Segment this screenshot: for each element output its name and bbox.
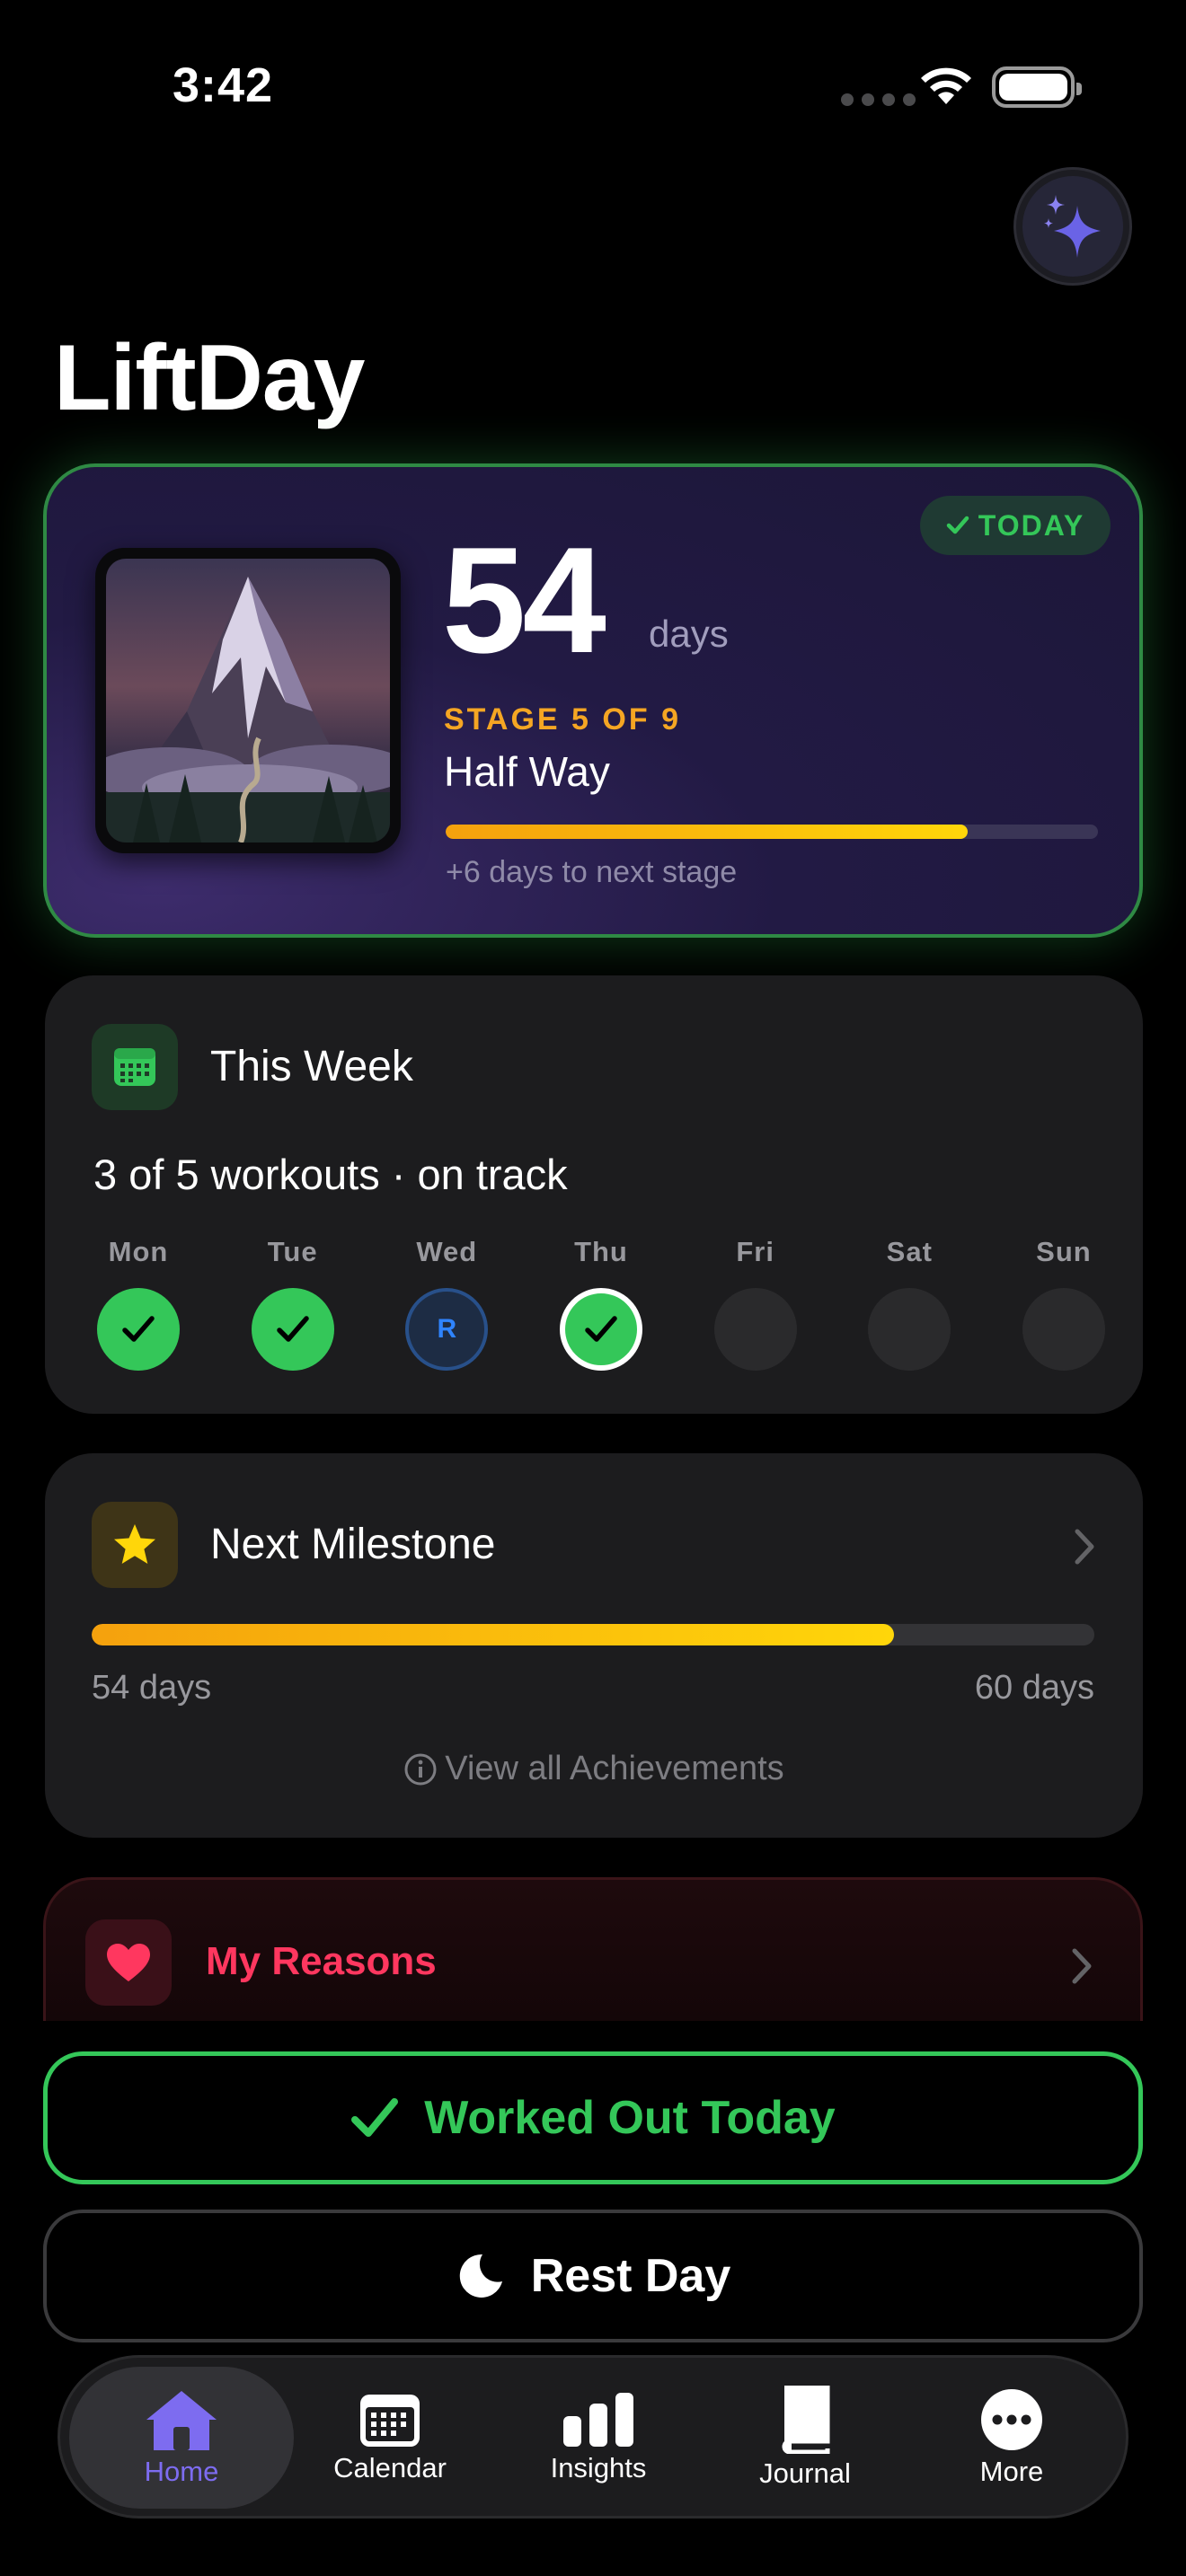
- milestone-current: 54 days: [92, 1669, 212, 1707]
- day-label: Thu: [574, 1236, 628, 1267]
- scroll-fade: [0, 2021, 1186, 2048]
- my-reasons-title: My Reasons: [206, 1939, 437, 1983]
- heart-tile: [85, 1919, 172, 2006]
- checkmark-icon: [276, 1316, 309, 1342]
- day-fri[interactable]: Fri: [711, 1236, 801, 1371]
- star-icon: [114, 1524, 155, 1564]
- tab-calendar[interactable]: Calendar: [278, 2367, 502, 2509]
- day-tue[interactable]: Tue: [248, 1236, 338, 1371]
- week-summary: 3 of 5 workouts · on track: [93, 1151, 568, 1198]
- milestone-target: 60 days: [974, 1669, 1094, 1707]
- day-label: Wed: [416, 1236, 478, 1267]
- status-time: 3:42: [173, 58, 274, 112]
- cellular-signal-icon: [841, 93, 916, 106]
- calendar-icon: [114, 1048, 155, 1086]
- stage-label: STAGE 5 OF 9: [444, 702, 681, 737]
- worked-out-today-button[interactable]: Worked Out Today: [43, 2051, 1143, 2184]
- chevron-right-icon: [1072, 1948, 1092, 1984]
- book-icon: [782, 2386, 830, 2454]
- day-label: Tue: [267, 1236, 318, 1267]
- day-thu[interactable]: Thu: [556, 1236, 646, 1371]
- rest-day-label: Rest Day: [530, 2250, 731, 2302]
- day-status-circle: [868, 1288, 951, 1371]
- milestone-progress-bar: [92, 1624, 1094, 1645]
- day-sat[interactable]: Sat: [864, 1236, 954, 1371]
- chevron-right-icon: [1075, 1529, 1094, 1565]
- tab-more-label: More: [979, 2456, 1044, 2487]
- page-title: LiftDay: [54, 326, 365, 430]
- moon-icon: [459, 2254, 502, 2298]
- week-days: Mon Tue Wed R Thu Fri Sat Sun: [93, 1236, 1109, 1371]
- this-week-card[interactable]: This Week 3 of 5 workouts · on track Mon…: [45, 975, 1143, 1414]
- home-icon: [146, 2391, 217, 2450]
- sparkle-icon: [1022, 176, 1123, 277]
- checkmark-icon: [122, 1316, 155, 1342]
- ai-assistant-button[interactable]: [1013, 167, 1132, 286]
- tab-insights[interactable]: Insights: [486, 2367, 711, 2509]
- tab-bar: Home Calendar Insights Journal More: [58, 2355, 1128, 2519]
- day-status-circle: [97, 1288, 180, 1371]
- next-stage-text: +6 days to next stage: [446, 855, 738, 889]
- star-tile: [92, 1502, 178, 1588]
- view-achievements-link[interactable]: View all Achievements: [45, 1750, 1143, 1788]
- day-label: Fri: [736, 1236, 774, 1267]
- day-status-circle: [713, 1288, 797, 1371]
- checkmark-icon: [351, 2098, 399, 2137]
- streak-count: 54: [442, 516, 606, 684]
- my-reasons-card[interactable]: My Reasons: [43, 1877, 1143, 2021]
- day-status-circle: [559, 1288, 642, 1371]
- heart-icon: [107, 1944, 150, 1981]
- streak-card[interactable]: TODAY 54 days STAGE 5 OF 9 Half Way +6 d…: [43, 463, 1143, 938]
- streak-unit: days: [649, 613, 729, 655]
- day-status-circle: R: [405, 1288, 489, 1371]
- calendar-icon: [360, 2395, 420, 2447]
- bar-chart-icon: [563, 2393, 633, 2447]
- stage-artwork: [95, 548, 401, 853]
- day-label: Sat: [886, 1236, 933, 1267]
- battery-icon: [992, 66, 1082, 108]
- milestone-progress-fill: [92, 1624, 894, 1645]
- day-wed[interactable]: Wed R: [402, 1236, 491, 1371]
- info-icon: [404, 1753, 437, 1785]
- rest-day-button[interactable]: Rest Day: [43, 2210, 1143, 2342]
- day-status-circle: [251, 1288, 334, 1371]
- today-badge: TODAY: [920, 496, 1111, 555]
- more-icon: [981, 2389, 1042, 2450]
- checkmark-icon: [585, 1316, 617, 1342]
- day-label: Sun: [1036, 1236, 1092, 1267]
- next-milestone-card[interactable]: Next Milestone 54 days 60 days View all …: [45, 1453, 1143, 1838]
- wifi-icon: [921, 67, 971, 104]
- tab-journal[interactable]: Journal: [693, 2367, 917, 2509]
- stage-name: Half Way: [444, 748, 610, 795]
- day-sun[interactable]: Sun: [1019, 1236, 1109, 1371]
- stage-progress-fill: [446, 825, 968, 839]
- tab-more[interactable]: More: [899, 2367, 1124, 2509]
- day-mon[interactable]: Mon: [93, 1236, 183, 1371]
- calendar-tile: [92, 1024, 178, 1110]
- day-label: Mon: [108, 1236, 169, 1267]
- worked-out-today-label: Worked Out Today: [424, 2092, 836, 2144]
- tab-journal-label: Journal: [759, 2457, 851, 2489]
- view-achievements-label: View all Achievements: [445, 1750, 784, 1787]
- tab-insights-label: Insights: [550, 2452, 647, 2483]
- this-week-title: This Week: [210, 1043, 413, 1090]
- stage-progress-bar: [446, 825, 1098, 839]
- tab-calendar-label: Calendar: [333, 2452, 447, 2483]
- tab-home-label: Home: [144, 2456, 219, 2487]
- today-badge-label: TODAY: [978, 508, 1085, 542]
- next-milestone-title: Next Milestone: [210, 1521, 496, 1568]
- tab-home[interactable]: Home: [69, 2367, 294, 2509]
- checkmark-icon: [946, 516, 969, 534]
- day-status-circle: [1022, 1288, 1105, 1371]
